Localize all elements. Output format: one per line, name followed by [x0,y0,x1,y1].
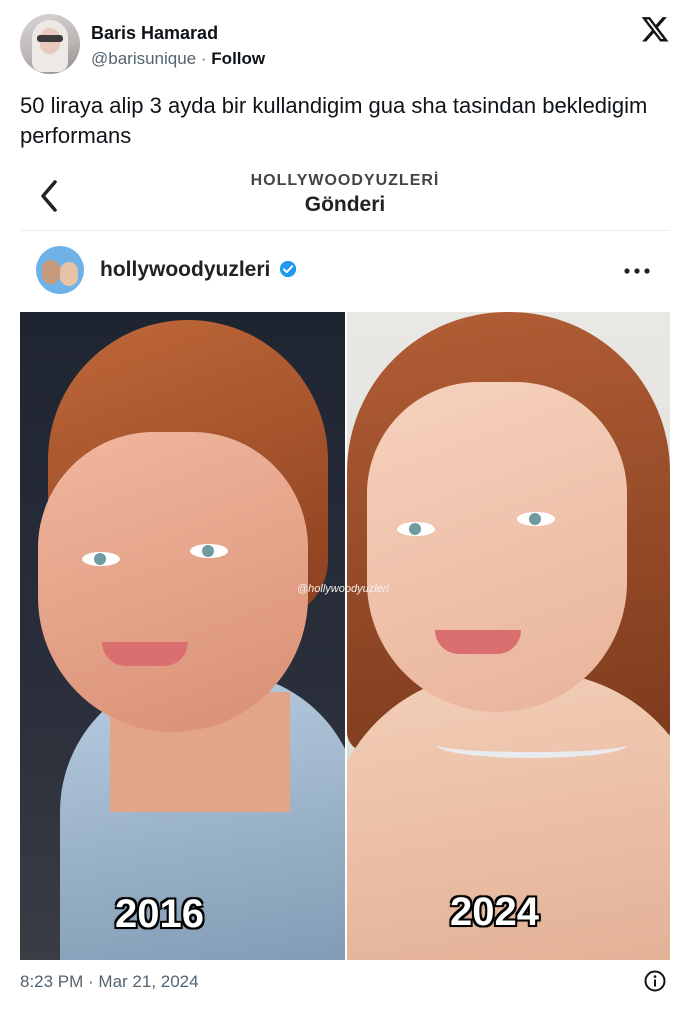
handle-separator: · [200,49,207,68]
face-shape [367,382,627,712]
mouth [102,642,188,666]
follow-button[interactable]: Follow [211,49,265,68]
embed-account-header: HOLLYWOODYUZLERİ [250,172,440,189]
eye-right [517,512,555,526]
year-label: 2016 [115,892,204,936]
year-label: 2024 [450,890,539,934]
comparison-photos[interactable]: 2016 2024 @hollywoodyuzleri [20,312,670,960]
author-handle-line: @barisunique · Follow [91,49,265,69]
photo-2024: 2024 [347,312,670,960]
embed-page-title: Gönderi [304,193,386,216]
eye-right [190,544,228,558]
post-username[interactable]: hollywoodyuzleri [100,258,270,282]
face-shape [38,432,308,732]
necklace-shape [437,732,627,758]
x-logo-icon[interactable] [640,14,670,44]
mouth [435,630,521,654]
verified-badge-icon [279,260,297,278]
author-name[interactable]: Baris Hamarad [91,23,218,44]
avatar-glasses [37,35,63,42]
watermark: @hollywoodyuzleri [297,583,389,595]
author-avatar[interactable] [20,14,80,74]
tweet-timestamp[interactable]: 8:23 PM · Mar 21, 2024 [20,972,199,992]
post-avatar-person-2 [60,262,78,286]
eye-left [82,552,120,566]
photo-2016: 2016 [20,312,345,960]
tweet-text: 50 liraya alip 3 ayda bir kullandigim gu… [20,93,648,148]
author-handle[interactable]: @barisunique [91,49,196,68]
eye-left [397,522,435,536]
post-avatar-person-1 [42,260,60,284]
embedded-screenshot: HOLLYWOODYUZLERİ Gönderi hollywoodyuzler… [20,160,670,960]
post-avatar[interactable] [36,246,84,294]
more-options-icon[interactable] [624,268,650,274]
tweet-header: Baris Hamarad @barisunique · Follow [20,14,670,76]
info-icon[interactable] [644,970,666,992]
embed-divider [20,230,670,231]
